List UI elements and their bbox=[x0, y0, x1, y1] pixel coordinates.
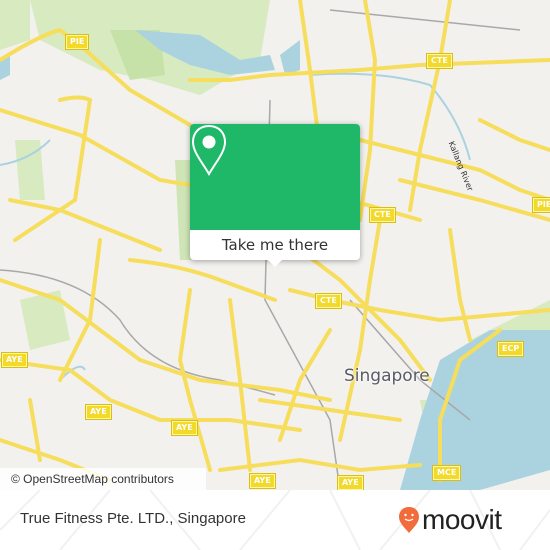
footer-bar: True Fitness Pte. LTD., Singapore moovit bbox=[0, 490, 550, 550]
popup-pointer bbox=[268, 260, 282, 267]
road-shield-aye: AYE bbox=[249, 473, 276, 489]
road-shield-cte: CTE bbox=[315, 293, 342, 309]
road-shield-cte: CTE bbox=[369, 207, 396, 223]
road-shield-aye: AYE bbox=[1, 352, 28, 368]
road-shield-ecp: ECP bbox=[496, 341, 525, 357]
place-title: True Fitness Pte. LTD., Singapore bbox=[20, 510, 246, 527]
road-shield-mce: MCE bbox=[431, 465, 462, 481]
location-popup: Take me there bbox=[190, 124, 360, 267]
map-view[interactable]: PIE CTE CTE CTE PIE ECP AYE AYE AYE AYE … bbox=[0, 0, 550, 490]
take-me-there-button[interactable]: Take me there bbox=[190, 230, 360, 260]
popup-header bbox=[190, 124, 360, 230]
city-label: Singapore bbox=[344, 366, 430, 386]
road-shield-aye: AYE bbox=[85, 404, 112, 420]
road-shield-cte: CTE bbox=[426, 53, 453, 69]
moovit-pin-icon bbox=[399, 507, 419, 533]
road-shield-pie: PIE bbox=[531, 197, 550, 213]
brand-name: moovit bbox=[422, 504, 502, 535]
moovit-logo[interactable]: moovit bbox=[398, 504, 502, 536]
location-pin-icon bbox=[191, 124, 227, 176]
road-shield-aye: AYE bbox=[337, 475, 364, 490]
road-shield-aye: AYE bbox=[171, 420, 198, 436]
road-shield-pie: PIE bbox=[64, 34, 90, 50]
map-attribution[interactable]: © OpenStreetMap contributors bbox=[0, 468, 206, 490]
